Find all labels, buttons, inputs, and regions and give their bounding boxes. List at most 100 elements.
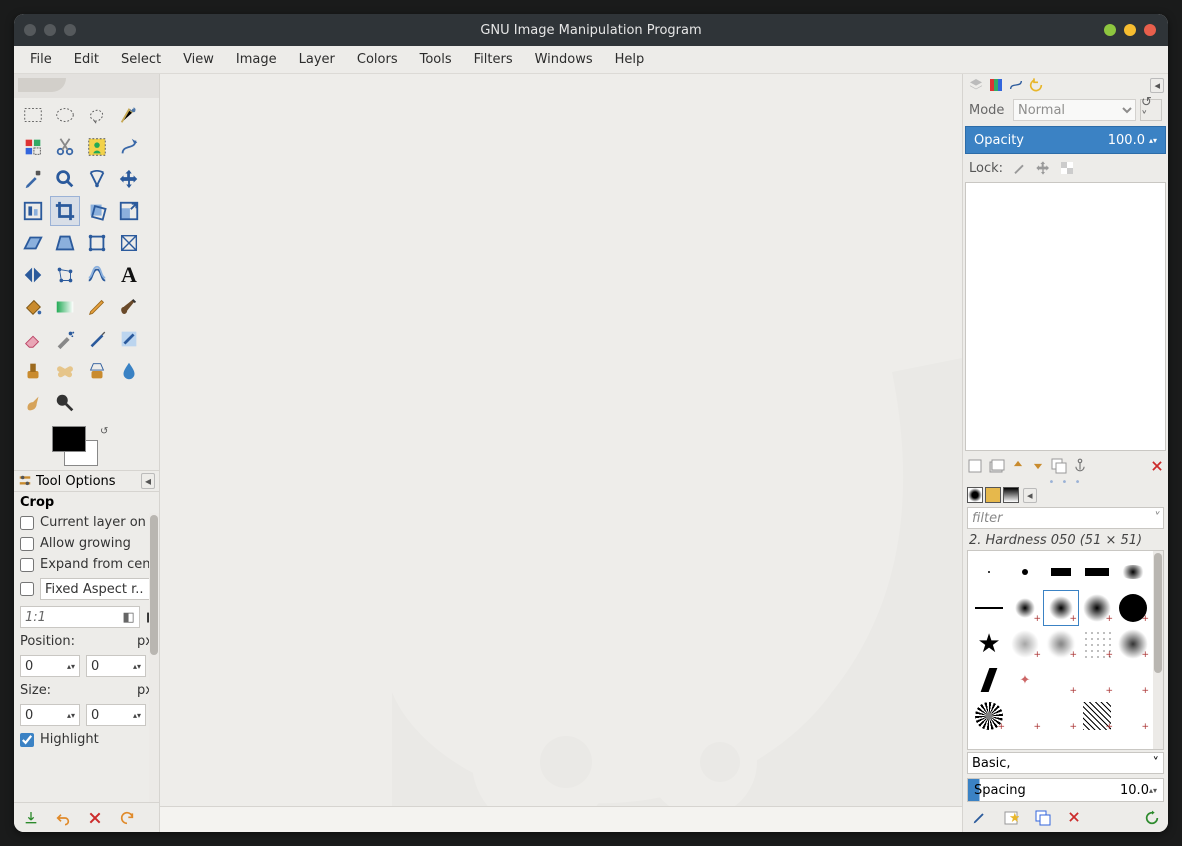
maximize-button[interactable] bbox=[1124, 24, 1136, 36]
brush-item[interactable]: + bbox=[972, 699, 1006, 733]
opt-highlight[interactable]: Highlight bbox=[20, 732, 153, 747]
brush-item-selected[interactable]: + bbox=[1044, 591, 1078, 625]
spacing-slider[interactable]: Spacing 10.0▴▾ bbox=[967, 778, 1164, 802]
tool-rect-select[interactable] bbox=[18, 100, 48, 130]
brush-item[interactable]: + bbox=[1080, 699, 1114, 733]
brush-item[interactable]: + bbox=[1080, 663, 1114, 697]
brush-item[interactable]: + bbox=[1116, 699, 1150, 733]
tool-ink[interactable] bbox=[82, 324, 112, 354]
paths-tab-icon[interactable] bbox=[1007, 76, 1025, 94]
menu-image[interactable]: Image bbox=[226, 48, 287, 71]
tool-flip[interactable] bbox=[18, 260, 48, 290]
brushes-tab-icon[interactable] bbox=[967, 487, 983, 503]
brush-item[interactable]: + bbox=[1008, 699, 1042, 733]
brush-item[interactable]: ★ bbox=[972, 627, 1006, 661]
tool-heal[interactable] bbox=[50, 356, 80, 386]
lock-pixels-icon[interactable] bbox=[1011, 160, 1027, 176]
brush-item[interactable] bbox=[1044, 555, 1078, 589]
tool-airbrush[interactable] bbox=[50, 324, 80, 354]
tool-unified-transform[interactable] bbox=[82, 228, 112, 258]
gradients-tab-icon[interactable] bbox=[1003, 487, 1019, 503]
tool-perspective[interactable] bbox=[50, 228, 80, 258]
tool-options-menu-icon[interactable]: ◂ bbox=[141, 473, 155, 489]
menu-filters[interactable]: Filters bbox=[464, 48, 523, 71]
brush-filter-input[interactable]: filter˅ bbox=[967, 507, 1164, 529]
tool-text[interactable]: A bbox=[114, 260, 144, 290]
tool-rotate[interactable] bbox=[82, 196, 112, 226]
close-button[interactable] bbox=[1144, 24, 1156, 36]
foreground-color-swatch[interactable] bbox=[52, 426, 86, 452]
refresh-brushes-icon[interactable] bbox=[1144, 810, 1160, 826]
layers-tab-icon[interactable] bbox=[967, 76, 985, 94]
tool-scissors[interactable] bbox=[50, 132, 80, 162]
patterns-tab-icon[interactable] bbox=[985, 487, 1001, 503]
brush-item[interactable] bbox=[1008, 555, 1042, 589]
tool-bucket-fill[interactable] bbox=[18, 292, 48, 322]
brush-item[interactable]: + bbox=[1044, 699, 1078, 733]
opt-fixed-aspect[interactable] bbox=[20, 582, 34, 596]
brush-item[interactable]: + bbox=[1044, 627, 1078, 661]
tool-by-color-select[interactable] bbox=[18, 132, 48, 162]
tool-color-picker[interactable] bbox=[18, 164, 48, 194]
brush-item[interactable]: + bbox=[1116, 591, 1150, 625]
tool-handle-transform[interactable] bbox=[50, 260, 80, 290]
tool-ellipse-select[interactable] bbox=[50, 100, 80, 130]
tool-foreground-select[interactable] bbox=[82, 132, 112, 162]
undo-history-tab-icon[interactable] bbox=[1027, 76, 1045, 94]
duplicate-brush-icon[interactable] bbox=[1035, 810, 1051, 826]
tool-mypaint-brush[interactable] bbox=[114, 324, 144, 354]
menu-tools[interactable]: Tools bbox=[410, 48, 462, 71]
menu-windows[interactable]: Windows bbox=[525, 48, 603, 71]
tool-fuzzy-select[interactable] bbox=[114, 100, 144, 130]
tool-align[interactable] bbox=[18, 196, 48, 226]
position-x-input[interactable]: 0▴▾ bbox=[20, 655, 80, 677]
reset-icon[interactable] bbox=[118, 809, 136, 827]
tool-shear[interactable] bbox=[18, 228, 48, 258]
brush-preset-combo[interactable]: Basic,˅ bbox=[967, 752, 1164, 774]
tool-blend[interactable] bbox=[50, 292, 80, 322]
duplicate-layer-icon[interactable] bbox=[1051, 458, 1067, 474]
size-w-input[interactable]: 0▴▾ bbox=[20, 704, 80, 726]
tool-move[interactable] bbox=[114, 164, 144, 194]
brush-item[interactable]: + bbox=[1008, 627, 1042, 661]
layers-list[interactable] bbox=[965, 182, 1166, 451]
tool-scale[interactable] bbox=[114, 196, 144, 226]
brush-item[interactable]: + bbox=[1080, 627, 1114, 661]
tool-perspective-clone[interactable] bbox=[82, 356, 112, 386]
canvas-area[interactable] bbox=[160, 74, 962, 832]
new-brush-icon[interactable]: ★ bbox=[1003, 810, 1019, 826]
brush-item[interactable]: ✦ bbox=[1008, 663, 1042, 697]
swap-colors-icon[interactable]: ↺ bbox=[100, 426, 108, 437]
menu-colors[interactable]: Colors bbox=[347, 48, 408, 71]
brush-dock-menu-icon[interactable]: ◂ bbox=[1023, 488, 1037, 503]
minimize-button[interactable] bbox=[1104, 24, 1116, 36]
brush-item[interactable]: + bbox=[1080, 591, 1114, 625]
mode-combo[interactable]: Normal bbox=[1013, 99, 1136, 121]
tool-pencil[interactable] bbox=[82, 292, 112, 322]
tool-measure[interactable] bbox=[82, 164, 112, 194]
brush-item[interactable]: + bbox=[1116, 663, 1150, 697]
brushes-scrollbar[interactable] bbox=[1153, 551, 1163, 749]
tool-clone[interactable] bbox=[18, 356, 48, 386]
brush-item[interactable]: + bbox=[1044, 663, 1078, 697]
tool-options-scrollbar[interactable] bbox=[149, 513, 159, 802]
menu-layer[interactable]: Layer bbox=[289, 48, 345, 71]
save-preset-icon[interactable] bbox=[22, 809, 40, 827]
new-layer-icon[interactable] bbox=[967, 458, 983, 474]
position-y-input[interactable]: 0▴▾ bbox=[86, 655, 146, 677]
menu-help[interactable]: Help bbox=[605, 48, 655, 71]
opt-expand-from-center[interactable]: Expand from cen bbox=[20, 557, 153, 572]
menu-select[interactable]: Select bbox=[111, 48, 171, 71]
opacity-slider[interactable]: Opacity 100.0▴▾ bbox=[965, 126, 1166, 154]
delete-brush-icon[interactable] bbox=[1067, 810, 1081, 826]
tool-paths[interactable] bbox=[114, 132, 144, 162]
brush-item[interactable]: + bbox=[1008, 591, 1042, 625]
menu-view[interactable]: View bbox=[173, 48, 224, 71]
tool-paintbrush[interactable] bbox=[114, 292, 144, 322]
opt-allow-growing[interactable]: Allow growing bbox=[20, 536, 153, 551]
lower-layer-icon[interactable] bbox=[1031, 458, 1045, 474]
tool-options-tab[interactable]: Tool Options ◂ bbox=[14, 470, 159, 492]
tool-cage[interactable] bbox=[114, 228, 144, 258]
tool-warp[interactable] bbox=[82, 260, 112, 290]
lock-position-icon[interactable] bbox=[1035, 160, 1051, 176]
